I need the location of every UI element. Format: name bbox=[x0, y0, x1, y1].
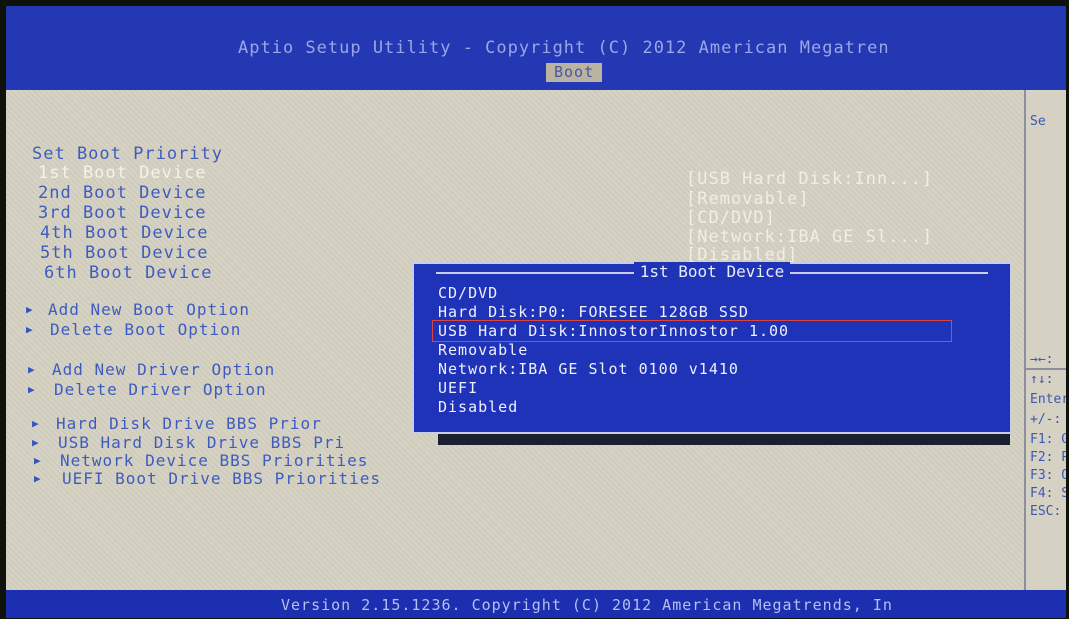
submenu-arrow-icon: ▶ bbox=[34, 454, 41, 467]
help-key-line: F4: S bbox=[1030, 486, 1066, 501]
popup-option-uefi[interactable]: UEFI bbox=[438, 379, 478, 397]
version-text: Version 2.15.1236. Copyright (C) 2012 Am… bbox=[281, 596, 893, 614]
submenu-arrow-icon: ▶ bbox=[32, 436, 39, 449]
submenu-add-new-boot-option[interactable]: Add New Boot Option bbox=[48, 300, 250, 319]
help-key-line: F1: G bbox=[1030, 432, 1066, 447]
popup-title: 1st Boot Device bbox=[414, 262, 1010, 281]
submenu-uefi-bbs-priorities[interactable]: UEFI Boot Drive BBS Priorities bbox=[62, 469, 381, 488]
popup-option-usb-hard-disk[interactable]: USB Hard Disk:InnostorInnostor 1.00 bbox=[438, 322, 789, 340]
popup-option-removable[interactable]: Removable bbox=[438, 341, 528, 359]
submenu-delete-driver-option[interactable]: Delete Driver Option bbox=[54, 380, 267, 399]
help-key-line: →←: bbox=[1030, 352, 1054, 367]
help-key-line: F2: P bbox=[1030, 450, 1066, 465]
boot-device-label-5[interactable]: 5th Boot Device bbox=[40, 243, 209, 263]
footer-bar: Version 2.15.1236. Copyright (C) 2012 Am… bbox=[6, 590, 1066, 618]
boot-device-label-3[interactable]: 3rd Boot Device bbox=[38, 203, 207, 223]
submenu-network-bbs-priorities[interactable]: Network Device BBS Priorities bbox=[60, 451, 368, 470]
boot-device-value-1[interactable]: [USB Hard Disk:Inn...] bbox=[686, 169, 933, 189]
submenu-usb-hdd-bbs-priorities[interactable]: USB Hard Disk Drive BBS Pri bbox=[58, 433, 345, 452]
help-key-line: ESC: bbox=[1030, 504, 1062, 519]
boot-device-label-4[interactable]: 4th Boot Device bbox=[40, 223, 209, 243]
popup-option-network[interactable]: Network:IBA GE Slot 0100 v1410 bbox=[438, 360, 739, 378]
tab-boot[interactable]: Boot bbox=[546, 63, 603, 82]
submenu-arrow-icon: ▶ bbox=[32, 417, 39, 430]
submenu-arrow-icon: ▶ bbox=[28, 383, 35, 396]
boot-device-value-2[interactable]: [Removable] bbox=[686, 189, 810, 209]
submenu-arrow-icon: ▶ bbox=[28, 363, 35, 376]
submenu-arrow-icon: ▶ bbox=[34, 472, 41, 485]
boot-device-popup: 1st Boot Device CD/DVD Hard Disk:P0: FOR… bbox=[412, 262, 1012, 434]
help-top-text: Se bbox=[1030, 114, 1046, 129]
submenu-hdd-bbs-priorities[interactable]: Hard Disk Drive BBS Prior bbox=[56, 414, 322, 433]
popup-option-cd-dvd[interactable]: CD/DVD bbox=[438, 284, 498, 302]
help-key-line: ↑↓: bbox=[1030, 372, 1054, 387]
boot-device-value-3[interactable]: [CD/DVD] bbox=[686, 208, 776, 228]
boot-device-label-6[interactable]: 6th Boot Device bbox=[44, 263, 213, 283]
boot-device-label-2[interactable]: 2nd Boot Device bbox=[38, 183, 207, 203]
popup-option-hard-disk[interactable]: Hard Disk:P0: FORESEE 128GB SSD bbox=[438, 303, 749, 321]
submenu-arrow-icon: ▶ bbox=[26, 303, 33, 316]
boot-device-value-4[interactable]: [Network:IBA GE Sl...] bbox=[686, 227, 933, 247]
section-title: Set Boot Priority bbox=[32, 144, 223, 164]
submenu-add-new-driver-option[interactable]: Add New Driver Option bbox=[52, 360, 275, 379]
boot-device-label-1[interactable]: 1st Boot Device bbox=[38, 163, 207, 183]
help-panel: Se →←: ↑↓: Enter +/-: F1: G F2: P F3: O … bbox=[1024, 90, 1066, 590]
popup-option-disabled[interactable]: Disabled bbox=[438, 398, 518, 416]
help-divider bbox=[1026, 368, 1066, 370]
help-key-line: F3: O bbox=[1030, 468, 1066, 483]
help-key-line: Enter bbox=[1030, 392, 1066, 407]
submenu-delete-boot-option[interactable]: Delete Boot Option bbox=[50, 320, 241, 339]
submenu-arrow-icon: ▶ bbox=[26, 323, 33, 336]
help-key-line: +/-: bbox=[1030, 412, 1062, 427]
header-bar: Aptio Setup Utility - Copyright (C) 2012… bbox=[6, 6, 1066, 90]
utility-title: Aptio Setup Utility - Copyright (C) 2012… bbox=[238, 38, 890, 58]
popup-title-text: 1st Boot Device bbox=[633, 262, 791, 281]
bios-screen: Aptio Setup Utility - Copyright (C) 2012… bbox=[6, 6, 1066, 618]
